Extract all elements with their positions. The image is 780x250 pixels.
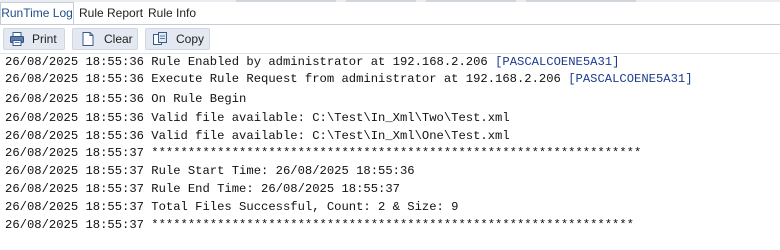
tab-bar: RunTime Log Rule Report Rule Info: [0, 2, 780, 25]
log-timestamp: 26/08/2025 18:55:36: [5, 72, 144, 86]
log-timestamp: 26/08/2025 18:55:37: [5, 218, 144, 232]
clear-button-label: Clear: [104, 32, 133, 46]
log-line: 26/08/2025 18:55:36 Valid file available…: [5, 110, 510, 127]
copy-button-label: Copy: [176, 32, 205, 46]
tab-rule-report-label: Rule Report: [79, 6, 144, 20]
printer-icon: [10, 32, 24, 46]
blank-document-icon: [82, 32, 94, 46]
log-message: ****************************************…: [151, 218, 635, 232]
log-timestamp: 26/08/2025 18:55:36: [5, 92, 144, 106]
log-source: [PASCALCOENE5A31]: [568, 72, 693, 86]
log-line: 26/08/2025 18:55:37 ********************…: [5, 145, 641, 162]
toolbar: Print Clear Copy: [0, 25, 780, 53]
print-button-label: Print: [32, 32, 57, 46]
log-message: Rule Enabled by administrator at 192.168…: [151, 55, 488, 69]
log-line: 26/08/2025 18:55:36 Valid file available…: [5, 128, 510, 145]
log-message: Rule Start Time: 26/08/2025 18:55:36: [151, 164, 415, 178]
print-button[interactable]: Print: [3, 28, 65, 50]
log-message: On Rule Begin: [151, 92, 247, 106]
log-timestamp: 26/08/2025 18:55:37: [5, 146, 144, 160]
log-line: 26/08/2025 18:55:37 Total Files Successf…: [5, 199, 458, 216]
runtime-log-output[interactable]: 26/08/2025 18:55:36 Rule Enabled by admi…: [0, 54, 780, 250]
log-message: Valid file available: C:\Test\In_Xml\Two…: [151, 111, 510, 125]
log-line: 26/08/2025 18:55:37 Rule Start Time: 26/…: [5, 163, 415, 180]
tab-rule-info-label: Rule Info: [148, 6, 197, 20]
tab-runtime-log-label: RunTime Log: [1, 6, 73, 20]
log-source: [PASCALCOENE5A31]: [495, 55, 620, 69]
log-line: 26/08/2025 18:55:36 On Rule Begin: [5, 91, 246, 108]
log-message: Total Files Successful, Count: 2 & Size:…: [151, 200, 459, 214]
log-timestamp: 26/08/2025 18:55:37: [5, 182, 144, 196]
copy-icon: [153, 32, 167, 45]
log-timestamp: 26/08/2025 18:55:37: [5, 164, 144, 178]
log-line: 26/08/2025 18:55:37 Rule End Time: 26/08…: [5, 181, 400, 198]
log-line: 26/08/2025 18:55:36 Rule Enabled by admi…: [5, 54, 619, 71]
log-timestamp: 26/08/2025 18:55:36: [5, 129, 144, 143]
tab-rule-report[interactable]: Rule Report: [79, 2, 143, 24]
tab-runtime-log[interactable]: RunTime Log: [0, 2, 74, 25]
log-line: 26/08/2025 18:55:37 ********************…: [5, 217, 634, 234]
log-timestamp: 26/08/2025 18:55:37: [5, 200, 144, 214]
log-timestamp: 26/08/2025 18:55:36: [5, 111, 144, 125]
log-timestamp: 26/08/2025 18:55:36: [5, 55, 144, 69]
copy-button[interactable]: Copy: [145, 28, 210, 50]
log-line: 26/08/2025 18:55:36 Execute Rule Request…: [5, 71, 693, 88]
log-message: Valid file available: C:\Test\In_Xml\One…: [151, 129, 510, 143]
log-message: ****************************************…: [151, 146, 642, 160]
tab-rule-info[interactable]: Rule Info: [148, 2, 196, 24]
clear-button[interactable]: Clear: [72, 28, 138, 50]
log-message: Execute Rule Request from administrator …: [151, 72, 561, 86]
log-message: Rule End Time: 26/08/2025 18:55:37: [151, 182, 400, 196]
